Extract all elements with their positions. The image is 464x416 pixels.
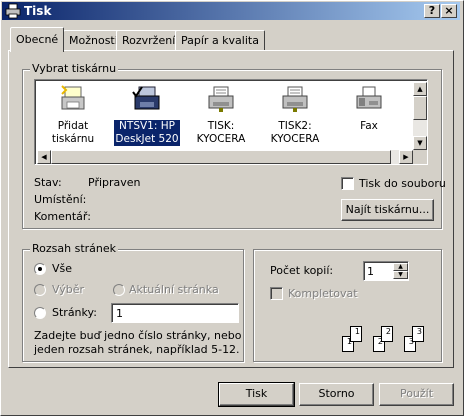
printer-item-add[interactable]: Přidat tiskárnu: [37, 84, 109, 146]
copies-up-arrow-icon[interactable]: ▲: [393, 263, 408, 271]
printer-label: TISK: KYOCERA: [196, 120, 246, 145]
printer-item-fax[interactable]: Fax: [333, 84, 405, 133]
status-value: Připraven: [88, 176, 141, 189]
printer-label: Fax: [360, 120, 378, 132]
help-button[interactable]: ?: [424, 4, 440, 18]
radio-current-page[interactable]: [113, 284, 125, 296]
radio-selection[interactable]: [34, 284, 46, 296]
comment-label: Komentář:: [34, 210, 91, 223]
page-range-hint: Zadejte buď jedno číslo stránky, nebo jed…: [34, 329, 242, 356]
printer-label: Přidat tiskárnu: [51, 120, 95, 145]
page-range-label: Rozsah stránek: [30, 242, 119, 255]
printer-group-label: Vybrat tiskárnu: [30, 62, 119, 75]
radio-pages[interactable]: [34, 307, 46, 319]
radio-all[interactable]: [34, 263, 46, 275]
scroll-right-arrow-icon[interactable]: ▶: [399, 150, 413, 164]
fax-icon: [356, 86, 382, 109]
add-printer-icon: [61, 85, 85, 110]
window-title: Tisk: [24, 4, 52, 18]
radio-selection-label[interactable]: Výběr: [52, 283, 84, 296]
radio-all-label[interactable]: Vše: [52, 262, 72, 275]
close-button[interactable]: ×: [441, 4, 457, 18]
collate-label[interactable]: Kompletovat: [288, 287, 358, 300]
tab-options[interactable]: Možnosti: [63, 30, 124, 50]
cancel-button[interactable]: Storno: [299, 383, 374, 406]
scroll-up-arrow-icon[interactable]: ▲: [413, 82, 427, 96]
printer-item-ntsv1[interactable]: NTSV1: HP DeskJet 520: [111, 84, 183, 147]
printer-label: TISK2: KYOCERA: [270, 120, 320, 145]
print-to-file-label[interactable]: Tisk do souboru: [359, 177, 446, 190]
printer-icon: [5, 3, 21, 19]
scroll-left-arrow-icon[interactable]: ◀: [37, 150, 51, 164]
scroll-down-arrow-icon[interactable]: ▼: [413, 136, 427, 150]
pages-input[interactable]: 1: [111, 303, 239, 323]
horizontal-scroll-thumb[interactable]: [51, 150, 391, 164]
printer-icon: [282, 86, 308, 112]
collate-page: 1: [350, 326, 362, 342]
network-printer-icon: [132, 86, 160, 110]
tab-layout[interactable]: Rozvržení: [116, 30, 182, 50]
tab-paper-quality[interactable]: Papír a kvalita: [175, 30, 265, 50]
collate-checkbox[interactable]: [270, 287, 283, 300]
radio-pages-label[interactable]: Stránky:: [52, 306, 97, 319]
printer-item-tisk[interactable]: TISK: KYOCERA: [185, 84, 257, 146]
print-button[interactable]: Tisk: [218, 382, 295, 407]
print-to-file-checkbox[interactable]: [341, 177, 354, 190]
radio-current-page-label[interactable]: Aktuální stránka: [129, 283, 219, 296]
copies-label: Počet kopií:: [270, 264, 334, 277]
collate-page: 3: [412, 326, 424, 342]
vertical-scroll-thumb[interactable]: [413, 96, 427, 120]
printer-icon: [208, 86, 234, 112]
apply-button[interactable]: Použít: [379, 383, 454, 406]
location-label: Umístění:: [34, 193, 87, 206]
copies-down-arrow-icon[interactable]: ▼: [393, 271, 408, 279]
printer-item-tisk2[interactable]: TISK2: KYOCERA: [259, 84, 331, 146]
status-label: Stav:: [34, 176, 62, 189]
tab-general[interactable]: Obecné: [10, 27, 65, 52]
printer-list[interactable]: Přidat tiskárnu NTSV1: HP DeskJet 520 TIS…: [34, 79, 428, 165]
collate-page: 2: [381, 326, 393, 342]
printer-label: NTSV1: HP DeskJet 520: [113, 119, 181, 147]
title-bar[interactable]: Tisk ? ×: [2, 2, 460, 20]
find-printer-button[interactable]: Najít tiskárnu...: [341, 199, 434, 221]
scroll-corner: [413, 150, 427, 164]
